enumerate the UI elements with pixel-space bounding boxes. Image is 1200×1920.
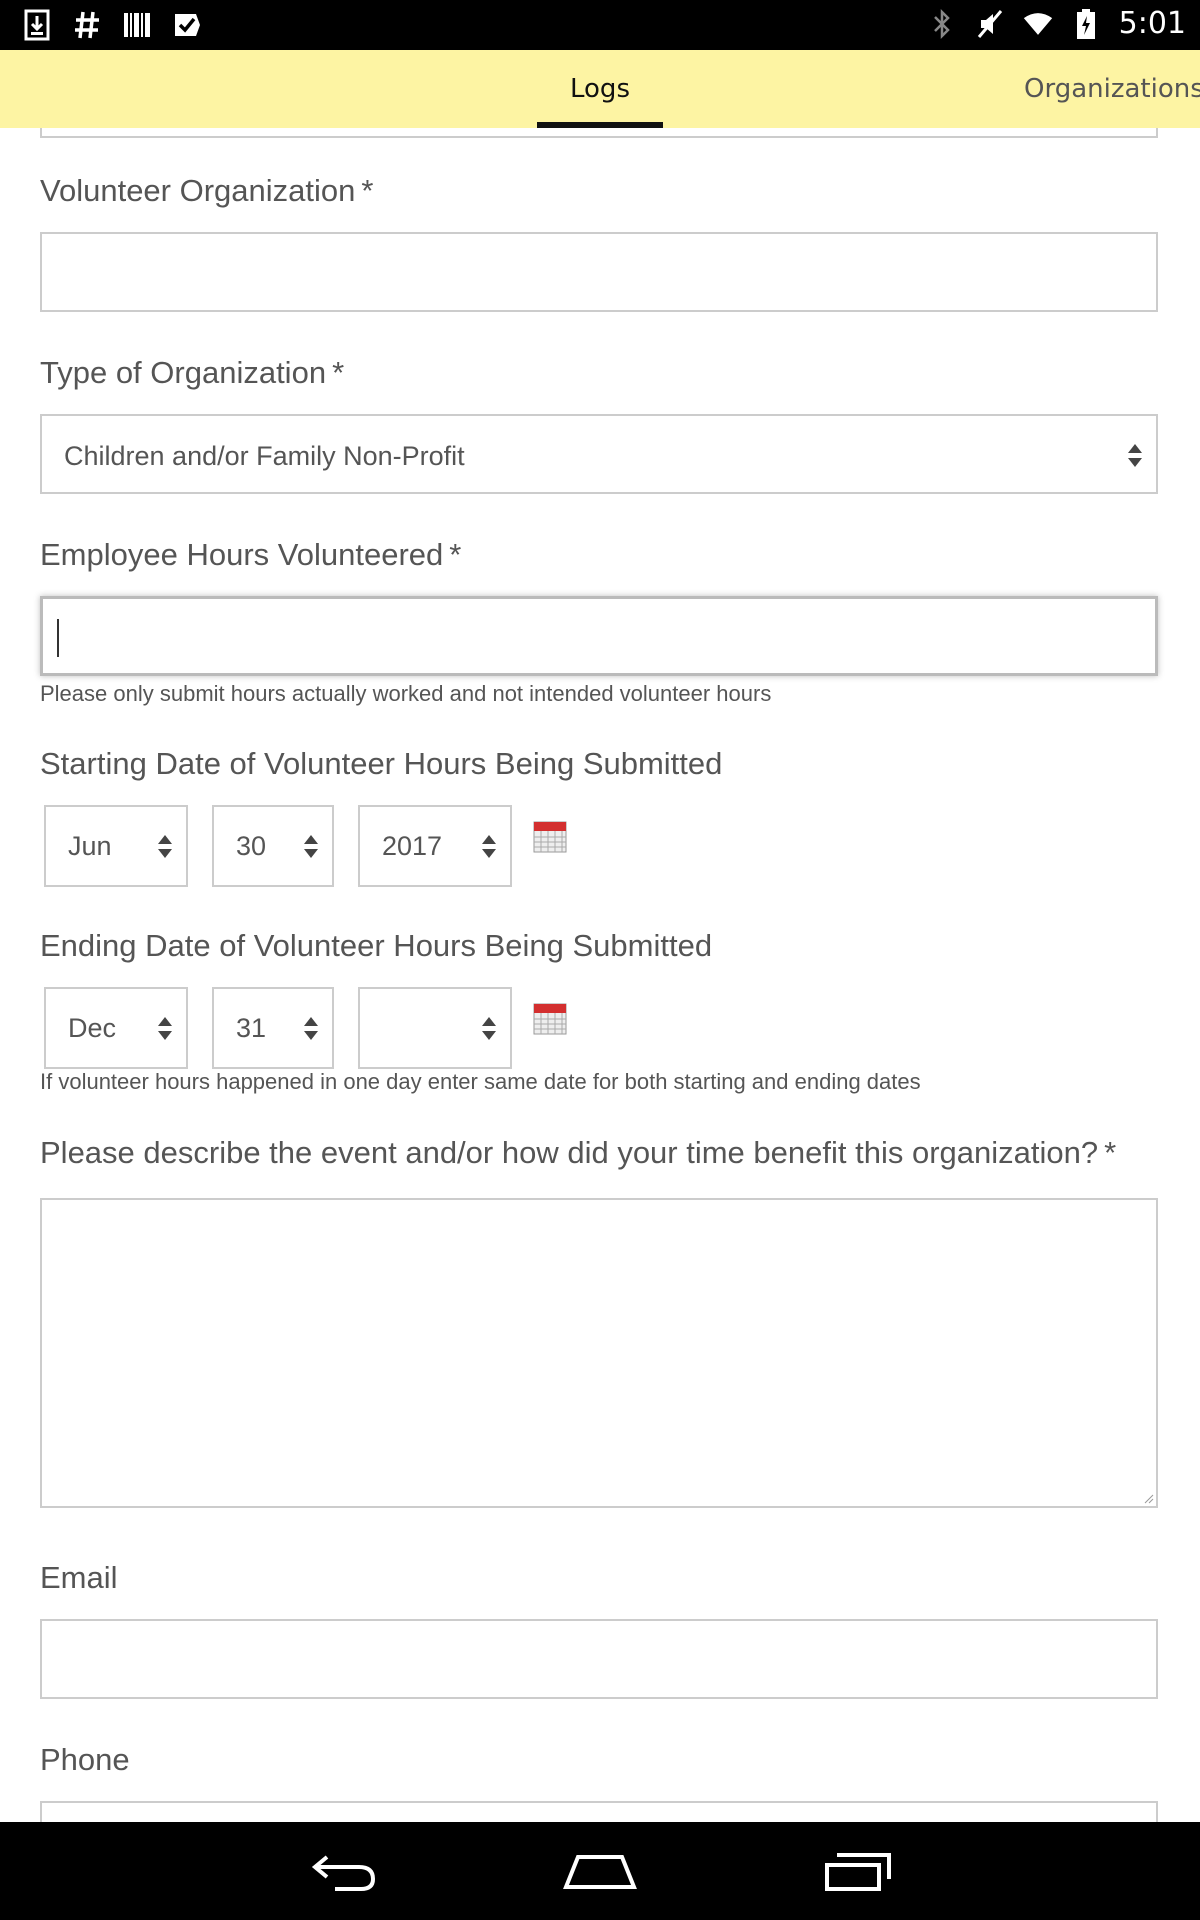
clock: 5:01 bbox=[1118, 6, 1186, 41]
back-button[interactable] bbox=[304, 1844, 384, 1898]
tab-organizations[interactable]: Organizations bbox=[1024, 50, 1200, 128]
description-label: Please describe the event and/or how did… bbox=[40, 1135, 1117, 1170]
mute-icon bbox=[975, 7, 1005, 41]
tab-organizations-label: Organizations bbox=[1024, 74, 1200, 104]
back-icon bbox=[311, 1855, 376, 1891]
end-day-select[interactable]: 31 bbox=[212, 987, 334, 1069]
date-help-text: If volunteer hours happened in one day e… bbox=[40, 1069, 921, 1094]
start-year-value: 2017 bbox=[382, 831, 443, 861]
previous-field-input[interactable] bbox=[40, 128, 1158, 138]
bluetooth-icon bbox=[927, 7, 957, 41]
description-textarea[interactable] bbox=[40, 1198, 1158, 1508]
recents-button[interactable] bbox=[818, 1844, 898, 1898]
start-month-select[interactable]: Jun bbox=[44, 805, 188, 887]
end-day-value: 31 bbox=[236, 1013, 267, 1043]
start-month-value: Jun bbox=[68, 831, 112, 861]
end-date-label: Ending Date of Volunteer Hours Being Sub… bbox=[40, 928, 713, 963]
checkmark-app-icon bbox=[172, 8, 202, 42]
recents-icon bbox=[825, 1853, 891, 1891]
tab-bar: Logs Organizations bbox=[0, 50, 1200, 128]
select-arrows-icon bbox=[158, 835, 172, 859]
select-arrows-icon bbox=[304, 835, 318, 859]
organization-type-select[interactable]: Children and/or Family Non-Profit bbox=[40, 414, 1158, 494]
hours-help-text: Please only submit hours actually worked… bbox=[40, 681, 772, 706]
hours-label: Employee Hours Volunteered * bbox=[40, 537, 462, 572]
status-bar: 5:01 bbox=[0, 0, 1200, 50]
start-date-label: Starting Date of Volunteer Hours Being S… bbox=[40, 746, 723, 781]
volunteer-organization-input[interactable] bbox=[40, 232, 1158, 312]
select-arrows-icon bbox=[1128, 444, 1142, 468]
end-month-select[interactable]: Dec bbox=[44, 987, 188, 1069]
resize-handle-icon[interactable] bbox=[1142, 1492, 1154, 1504]
barcode-icon bbox=[122, 8, 152, 42]
nav-bar bbox=[0, 1822, 1200, 1920]
log-form[interactable]: Volunteer Organization * Type of Organiza… bbox=[0, 128, 1200, 1822]
tab-logs-label: Logs bbox=[570, 74, 630, 104]
organization-type-value: Children and/or Family Non-Profit bbox=[64, 441, 465, 471]
battery-charging-icon bbox=[1071, 7, 1101, 41]
hours-input[interactable] bbox=[40, 596, 1158, 676]
start-day-value: 30 bbox=[236, 831, 267, 861]
hashtag-icon bbox=[72, 8, 102, 42]
text-caret bbox=[57, 619, 59, 657]
start-date-calendar-icon[interactable] bbox=[533, 820, 567, 854]
select-arrows-icon bbox=[158, 1017, 172, 1041]
select-arrows-icon bbox=[482, 1017, 496, 1041]
volunteer-organization-label: Volunteer Organization * bbox=[40, 173, 374, 208]
start-day-select[interactable]: 30 bbox=[212, 805, 334, 887]
end-year-select[interactable] bbox=[358, 987, 512, 1069]
start-year-select[interactable]: 2017 bbox=[358, 805, 512, 887]
phone-input[interactable] bbox=[40, 1801, 1158, 1822]
email-label: Email bbox=[40, 1560, 118, 1595]
select-arrows-icon bbox=[482, 835, 496, 859]
wifi-icon bbox=[1023, 7, 1053, 41]
download-icon bbox=[22, 8, 52, 42]
end-date-calendar-icon[interactable] bbox=[533, 1002, 567, 1036]
home-icon bbox=[563, 1855, 637, 1889]
tab-logs[interactable]: Logs bbox=[537, 50, 663, 128]
phone-label: Phone bbox=[40, 1742, 130, 1777]
email-input[interactable] bbox=[40, 1619, 1158, 1699]
select-arrows-icon bbox=[304, 1017, 318, 1041]
home-button[interactable] bbox=[560, 1844, 640, 1898]
end-month-value: Dec bbox=[68, 1013, 117, 1043]
organization-type-label: Type of Organization * bbox=[40, 355, 345, 390]
